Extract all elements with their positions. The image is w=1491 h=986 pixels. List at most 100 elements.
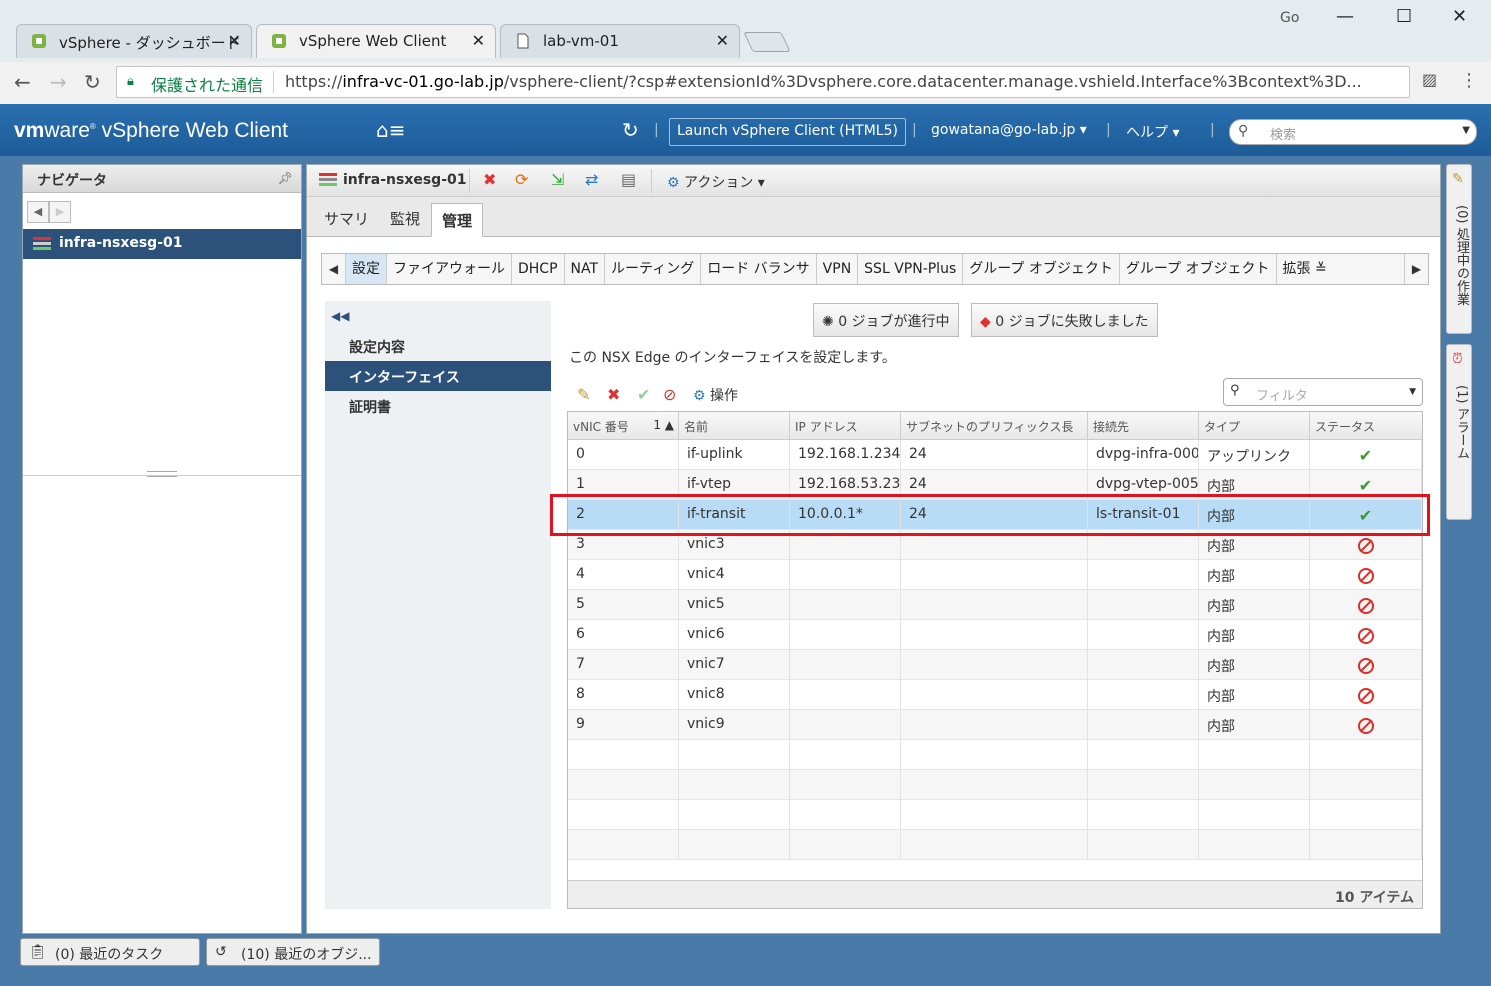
table-row[interactable]: 7 vnic7 内部 [568,650,1422,680]
cell-status: ✔ [1310,440,1422,470]
table-row[interactable]: 9 vnic9 内部 [568,710,1422,740]
table-row[interactable]: 5 vnic5 内部 [568,590,1422,620]
global-search-input[interactable]: ⚲ 検索 ▼ [1229,119,1477,145]
cell-vnic [568,770,679,800]
settings-item-interfaces[interactable]: インターフェイス [325,361,551,391]
cell-ip [790,560,901,590]
browser-tab-web-client[interactable]: vSphere Web Client ✕ [256,24,496,58]
grid-actions-label: 操作 [710,388,739,404]
help-menu[interactable]: ヘルプ ▾ [1126,122,1179,142]
browser-tab-lab-vm[interactable]: lab-vm-01 ✕ [500,24,740,58]
table-row[interactable]: 4 vnic4 内部 [568,560,1422,590]
maximize-icon[interactable]: ☐ [1396,6,1412,27]
col-vnic[interactable]: vNIC 番号 1 ▲ [568,412,679,440]
lock-icon[interactable]: 🔒︎ [127,74,134,89]
table-row[interactable]: 6 vnic6 内部 [568,620,1422,650]
recent-objects-button[interactable]: ↺ (10) 最近のオブジ... [206,938,380,966]
redeploy-icon[interactable]: ⟳ [515,170,528,189]
subtab-firewall[interactable]: ファイアウォール [387,254,512,284]
sync-icon[interactable]: ⇄ [585,170,598,189]
settings-item-config[interactable]: 設定内容 [325,331,551,361]
splitter-handle[interactable] [147,471,177,477]
cell-prefix: 24 [901,440,1088,470]
col-status[interactable]: ステータス [1310,412,1422,440]
recent-tasks-button[interactable]: 📋︎ (0) 最近のタスク [20,938,200,966]
cell-type [1199,830,1310,860]
disable-icon[interactable]: ⊘ [663,385,676,404]
refresh-icon[interactable]: ↻ [622,118,639,142]
subtab-vpn[interactable]: VPN [817,254,859,284]
pen-extension-icon[interactable]: ▨ [1422,70,1437,89]
subtab-settings[interactable]: 設定 [346,254,387,284]
settings-item-certificates[interactable]: 証明書 [325,391,551,421]
col-type[interactable]: タイプ [1199,412,1310,440]
col-prefix[interactable]: サブネットのプリフィックス長 [901,412,1088,440]
profile-badge[interactable]: Go [1280,10,1299,26]
chevron-down-icon[interactable]: ▼ [1462,125,1470,136]
col-connected-to[interactable]: 接続先 [1088,412,1199,440]
settings-menu: ◀◀ 設定内容 インターフェイス 証明書 [325,301,551,909]
user-menu[interactable]: gowatana@go-lab.jp ▾ [931,122,1087,138]
disabled-icon [1357,538,1374,554]
delete-icon[interactable]: ✖ [607,385,620,404]
jobs-running-button[interactable]: ✺ 0 ジョブが進行中 [813,303,959,337]
enable-icon[interactable]: ✔ [637,385,650,404]
url-text[interactable]: https://infra-vc-01.go-lab.jp/vsphere-cl… [285,72,1385,91]
edit-icon[interactable]: ✎ [577,385,590,404]
jobs-failed-button[interactable]: ◆ 0 ジョブに失敗しました [971,303,1158,337]
tab-summary[interactable]: サマリ [315,205,378,232]
menu-icon[interactable]: ⋮ [1460,70,1478,91]
subtab-dhcp[interactable]: DHCP [512,254,565,284]
subtab-load-balancer[interactable]: ロード バランサ [701,254,817,284]
subtab-more[interactable]: 拡張 ≚ [1277,254,1333,284]
minimize-icon[interactable]: — [1336,6,1354,27]
chevron-down-icon[interactable]: ▼ [1409,387,1416,397]
subtab-grouping-objects[interactable]: グループ オブジェクト [963,254,1120,284]
navigator-item-selected[interactable]: infra-nsxesg-01 [23,229,301,259]
content-panel: infra-nsxesg-01 ✖ ⟳ ⇲ ⇄ ▤ ⚙ アクション ▾ サマリ … [306,164,1441,934]
subtab-routing[interactable]: ルーティング [605,254,702,284]
col-name[interactable]: 名前 [679,412,790,440]
disabled-icon [1357,568,1374,584]
collapse-icon[interactable]: ◀◀ [331,309,349,323]
scroll-left-icon[interactable]: ◀ [322,254,346,284]
address-bar[interactable]: 🔒︎ 保護された通信 https://infra-vc-01.go-lab.jp… [116,66,1410,98]
grid-actions-menu[interactable]: ⚙ 操作 [693,385,738,405]
cell-status [1310,680,1422,710]
browser-tab-dashboard[interactable]: vSphere - ダッシュボード ✕ [16,24,252,58]
alarms-button[interactable]: ⏰︎ (1) アラーム [1446,344,1472,520]
pin-icon[interactable]: 📌︎ [278,171,293,185]
close-tab-icon[interactable]: ✕ [228,31,241,50]
col-ip[interactable]: IP アドレス [790,412,901,440]
jobs-running-label: 0 ジョブが進行中 [838,314,950,330]
launch-html5-button[interactable]: Launch vSphere Client (HTML5) [669,118,906,146]
table-row[interactable]: 0 if-uplink 192.168.1.234* 24 dvpg-infra-000… [568,440,1422,470]
home-menu-icon[interactable]: ⌂≡ [376,118,405,142]
error-icon: ◆ [980,314,991,330]
table-row[interactable]: 8 vnic8 内部 [568,680,1422,710]
subtab-ssl-vpn-plus[interactable]: SSL VPN-Plus [858,254,964,284]
nav-forward-icon[interactable]: ▶ [49,201,71,223]
subtab-nat[interactable]: NAT [565,254,606,284]
tab-monitor[interactable]: 監視 [381,205,429,232]
forward-icon[interactable]: → [50,70,67,94]
work-in-progress-button[interactable]: ✎ (0) 処理中の作業 [1446,164,1472,334]
new-tab-button[interactable] [743,32,791,52]
close-tab-icon[interactable]: ✕ [716,31,729,50]
search-icon: ⚲ [1230,383,1240,398]
reload-icon[interactable]: ↻ [84,70,101,94]
close-tab-icon[interactable]: ✕ [472,31,485,50]
tab-manage[interactable]: 管理 [431,203,484,237]
delete-icon[interactable]: ✖ [483,170,496,189]
log-icon[interactable]: ▤ [621,170,636,189]
nav-back-icon[interactable]: ◀ [27,201,49,223]
scroll-right-icon[interactable]: ▶ [1404,254,1428,284]
filter-input[interactable]: ⚲ フィルタ ▼ [1223,378,1423,406]
change-size-icon[interactable]: ⇲ [551,170,564,189]
secure-label[interactable]: 保護された通信 [151,72,263,96]
back-icon[interactable]: ← [14,70,31,94]
app-header: vmware® vSphere Web Client ⌂≡ ↻ | Launch… [0,104,1491,156]
subtab-grouping-objects-2[interactable]: グループ オブジェクト [1120,254,1277,284]
close-window-icon[interactable]: ✕ [1452,6,1467,27]
actions-menu[interactable]: ⚙ アクション ▾ [667,172,765,192]
